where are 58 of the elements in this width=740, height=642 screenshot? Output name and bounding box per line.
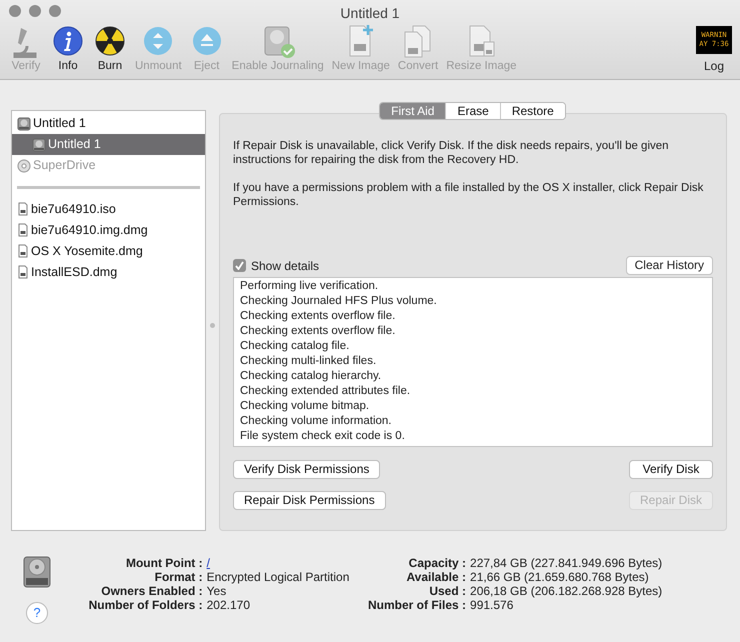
minimize-button[interactable] — [29, 5, 41, 17]
log-line: Checking Journaled HFS Plus volume. — [240, 294, 438, 309]
info-label: Used : — [428, 584, 466, 598]
checkbox-label: Show details — [251, 258, 320, 274]
action-button[interactable]: Verify Disk — [629, 460, 713, 479]
sidebar-item[interactable]: Untitled 1 — [12, 134, 205, 155]
disk-image-file-icon — [18, 265, 28, 279]
info-label: Available : — [405, 570, 466, 584]
log-line: Checking extents overflow file. — [240, 309, 396, 324]
checkmark-icon — [235, 261, 244, 270]
info-label: Capacity : — [408, 556, 466, 570]
toolbar-button[interactable]: Info — [48, 24, 88, 76]
sidebar-item[interactable]: OS X Yosemite.dmg — [12, 241, 205, 261]
info-label: Owners Enabled : — [100, 584, 203, 598]
action-button[interactable]: Repair Disk Permissions — [233, 491, 386, 510]
log-line: Checking extended attributes file. — [240, 384, 412, 399]
instruction-text: If you have a permissions problem with a file installed by the OS X installer, click Repair Disk Permissions. — [233, 181, 704, 209]
info-label: Number of Files : — [368, 598, 466, 612]
tab[interactable]: Restore — [500, 103, 565, 119]
sidebar-item[interactable]: Untitled 1 — [12, 113, 205, 134]
radiation-icon — [93, 24, 127, 58]
log-line: Checking multi-linked files. — [240, 354, 378, 369]
close-button[interactable] — [9, 5, 21, 17]
info-label: Mount Point : — [124, 556, 203, 570]
log-line: Checking volume information. — [240, 414, 392, 429]
clear-history-button[interactable]: Clear History — [626, 256, 713, 275]
info-value: 21,66 GB (21.659.680.768 Bytes) — [470, 570, 650, 584]
help-button[interactable]: ? — [26, 602, 48, 624]
info-value: 202.170 — [206, 598, 252, 612]
splitter-handle[interactable] — [210, 322, 214, 328]
log-line: Checking volume bitmap. — [240, 399, 370, 414]
disc-icon — [17, 158, 31, 172]
info-value: 206,18 GB (206.182.268.928 Bytes) — [470, 584, 662, 598]
info-label: Format : — [154, 570, 203, 584]
action-button[interactable]: Verify Disk Permissions — [233, 460, 380, 479]
log-line: Checking catalog hierarchy. — [240, 369, 382, 384]
log-line: Checking catalog file. — [240, 339, 350, 354]
log-line: File system check exit code is 0. — [240, 429, 406, 444]
info-value: 991.576 — [470, 598, 514, 612]
info-value: Yes — [206, 584, 228, 598]
sidebar-item[interactable]: bie7u64910.img.dmg — [12, 220, 205, 240]
info-icon — [51, 24, 85, 58]
checkbox[interactable] — [233, 259, 246, 272]
toolbar-button[interactable]: Burn — [90, 24, 130, 76]
info-label: Number of Folders : — [88, 598, 203, 612]
zoom-button[interactable] — [49, 5, 61, 17]
instruction-text: If Repair Disk is unavailable, click Verify Disk. If the disk needs repairs, you'll be given instructions for repairing the disk from the Recovery HD. — [233, 139, 670, 167]
log-line: Performing live verification. — [240, 279, 380, 294]
sidebar-item[interactable]: InstallESD.dmg — [12, 262, 205, 282]
mount-point-link[interactable]: / — [206, 556, 210, 570]
disk-image-file-icon — [18, 202, 28, 216]
info-value: Encrypted Logical Partition — [206, 570, 350, 584]
sidebar-item[interactable]: bie7u64910.iso — [12, 199, 205, 219]
window-title: Untitled 1 — [340, 4, 400, 23]
disk-image-file-icon — [18, 223, 28, 237]
disk-image-file-icon — [18, 244, 28, 258]
info-value: 227,84 GB (227.841.949.696 Bytes) — [470, 556, 662, 570]
log-line: Checking extents overflow file. — [240, 324, 396, 339]
